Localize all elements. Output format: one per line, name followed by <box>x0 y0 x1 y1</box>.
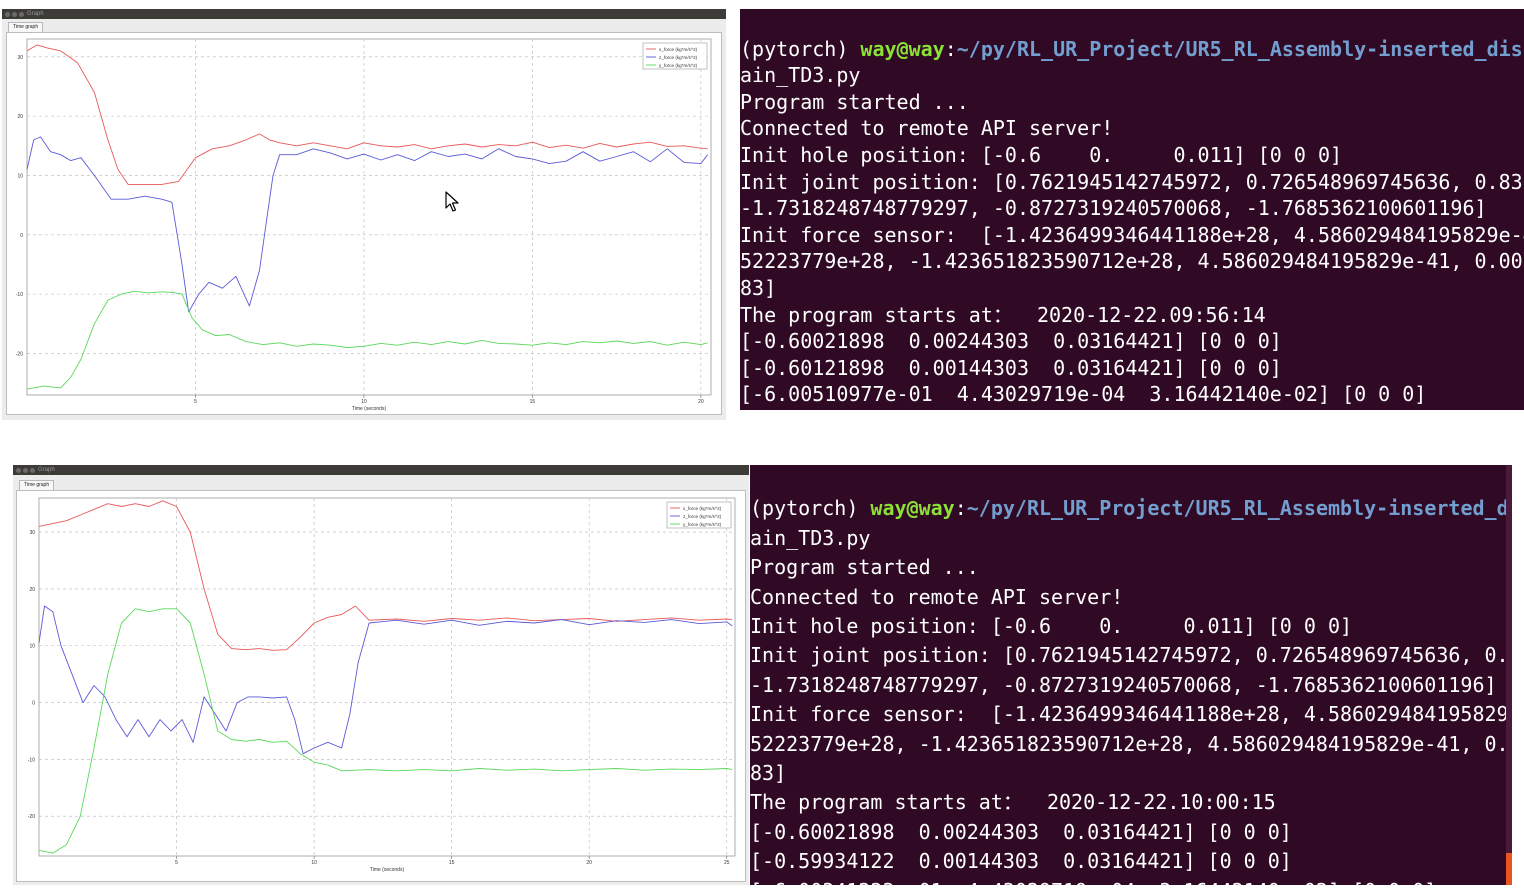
x-tick-label: 15 <box>449 860 455 866</box>
terminal-line: The program starts at： 2020-12-22.09:56:… <box>740 302 1266 327</box>
top-graph-titlebar[interactable]: Graph <box>2 9 726 19</box>
prompt-user: way@way <box>860 36 945 61</box>
arrow-cursor-icon <box>445 191 459 212</box>
terminal-line: Connected to remote API server! <box>740 116 1114 141</box>
x-tick-label: 20 <box>698 399 704 405</box>
prompt-sep: : <box>954 496 967 521</box>
y-tick-label: 10 <box>29 644 35 650</box>
series-line-1 <box>26 136 708 313</box>
prompt-env: (pytorch) <box>740 36 861 61</box>
y-tick-label: 10 <box>17 173 23 179</box>
x-tick-label: 10 <box>361 399 367 405</box>
terminal-line: [-0.60121898 0.00144303 0.03164421] [0 0… <box>740 355 1282 380</box>
bottom-graph-window: Graph Time graph 30 20 10 0 -10 -20 5 10 15 20 25 T… <box>13 465 749 885</box>
plot-area <box>38 497 736 857</box>
y-tick-label: -10 <box>16 292 23 298</box>
terminal-line: (pytorch) way@way:~/py/RL_UR_Project/UR5… <box>740 36 1524 63</box>
bottom-graph-titlebar[interactable]: Graph <box>13 465 749 475</box>
terminal-line: Program started ... <box>750 555 979 580</box>
window-dots-icon[interactable] <box>5 11 26 21</box>
window-title: Graph <box>27 11 44 17</box>
legend-entry: z_force (kg*m/s^2) <box>683 514 722 519</box>
legend-entry: x_force (kg*m/s^2) <box>683 506 722 511</box>
x-tick-label: 20 <box>586 860 592 866</box>
prompt-path: ~/py/RL_UR_Project/UR5_RL_Assembly-inser… <box>966 496 1512 521</box>
terminal-line: 83] <box>740 275 777 300</box>
terminal-line: -1.7318248748779297, -0.8727319240570068… <box>740 196 1487 221</box>
terminal-line: Init hole position: [-0.6 0. 0.011] [0 0… <box>750 614 1353 639</box>
terminal-line: Init joint position: [0.7621945142745972… <box>740 169 1524 194</box>
x-axis-label: Time (seconds) <box>352 406 387 412</box>
prompt-env: (pytorch) <box>750 496 871 521</box>
series-line-0 <box>26 44 708 185</box>
terminal-line: -1.7318248748779297, -0.8727319240570068… <box>750 672 1497 697</box>
terminal-line: ain_TD3.py <box>740 63 861 88</box>
terminal-line: 52223779e+28, -1.423651823590712e+28, 4.… <box>750 731 1512 756</box>
tab-time-graph[interactable]: Time graph <box>8 22 44 32</box>
top-graph-window: Graph Time graph 30 20 10 0 -10 -20 5 10 15 20 Tim… <box>2 9 726 420</box>
terminal-line: 52223779e+28, -1.423651823590712e+28, 4.… <box>740 249 1524 274</box>
y-tick-label: -10 <box>28 757 35 763</box>
terminal-line: Init joint position: [0.7621945142745972… <box>750 643 1512 668</box>
tab-time-graph[interactable]: Time graph <box>19 480 55 490</box>
terminal-line: Init force sensor: [-1.4236499346441188e… <box>740 222 1524 247</box>
terminal-line: The program starts at： 2020-12-22.10:00:… <box>750 790 1276 815</box>
top-force-chart: 30 20 10 0 -10 -20 5 10 15 20 Time (seconds) x_forc… <box>16 38 712 412</box>
x-tick-label: 25 <box>724 860 730 866</box>
y-tick-label: 0 <box>32 701 35 707</box>
terminal-scrollbar[interactable] <box>1506 465 1512 885</box>
terminal-scroll-thumb[interactable] <box>1506 853 1512 885</box>
top-plot-frame: 30 20 10 0 -10 -20 5 10 15 20 Time (seconds) x_forc… <box>6 32 722 415</box>
series-line-2 <box>26 290 708 390</box>
bottom-plot-frame: 30 20 10 0 -10 -20 5 10 15 20 25 Time (seconds) x_fo… <box>16 490 746 882</box>
terminal-line: Init hole position: [-0.6 0. 0.011] [0 0… <box>740 142 1343 167</box>
terminal-line: [-0.59934122 0.00144303 0.03164421] [0 0… <box>750 849 1292 874</box>
bottom-force-chart: 30 20 10 0 -10 -20 5 10 15 20 25 Time (seconds) x_fo… <box>28 497 736 873</box>
y-tick-label: 0 <box>20 233 23 239</box>
y-tick-label: -20 <box>16 351 23 357</box>
x-tick-label: 15 <box>530 399 536 405</box>
y-tick-label: 30 <box>29 530 35 536</box>
prompt-path: ~/py/RL_UR_Project/UR5_RL_Assembly-inser… <box>957 409 1524 410</box>
prompt-path: ~/py/RL_UR_Project/UR5_RL_Assembly-inser… <box>956 36 1524 61</box>
terminal-line: (pytorch) way@way:~/py/RL_UR_Project/UR5… <box>750 494 1512 523</box>
legend-entry: z_force (kg*m/s^2) <box>659 55 698 60</box>
series-line-0 <box>38 500 733 651</box>
terminal-line: Init force sensor: [-1.4236499346441188e… <box>750 702 1512 727</box>
terminal-line: Program started ... <box>740 89 969 114</box>
terminal-line: [-6.00341223e-01 4.43029719e-04 3.164421… <box>750 877 1512 885</box>
terminal-line: (pytorch) way@way:~/py/RL_UR_Project/UR5… <box>740 408 1524 410</box>
prompt-user: way@way <box>860 409 944 410</box>
prompt-user: way@way <box>870 496 955 521</box>
legend-entry: x_force (kg*m/s^2) <box>659 47 698 52</box>
x-axis-label: Time (seconds) <box>370 867 405 873</box>
legend-entry: y_force (kg*m/s^2) <box>659 63 698 68</box>
x-tick-label: 10 <box>311 860 317 866</box>
top-terminal[interactable]: (pytorch) way@way:~/py/RL_UR_Project/UR5… <box>740 9 1524 410</box>
series-line-1 <box>38 605 733 755</box>
y-tick-label: -20 <box>28 814 35 820</box>
legend-entry: y_force (kg*m/s^2) <box>683 522 722 527</box>
prompt-env: (pytorch) <box>740 409 860 410</box>
terminal-line: [-0.60021898 0.00244303 0.03164421] [0 0… <box>740 329 1282 354</box>
prompt-sep: : <box>945 409 957 410</box>
bottom-terminal[interactable]: (pytorch) way@way:~/py/RL_UR_Project/UR5… <box>750 465 1512 885</box>
terminal-line: [-6.00510977e-01 4.43029719e-04 3.164421… <box>740 382 1427 407</box>
y-tick-label: 20 <box>17 114 23 120</box>
terminal-line: ain_TD3.py <box>750 525 871 550</box>
terminal-line: [-0.60021898 0.00244303 0.03164421] [0 0… <box>750 819 1292 844</box>
y-tick-label: 30 <box>17 55 23 61</box>
x-tick-label: 5 <box>194 399 197 405</box>
y-tick-label: 20 <box>29 587 35 593</box>
window-dots-icon[interactable] <box>16 467 37 477</box>
terminal-line: Connected to remote API server! <box>750 584 1124 609</box>
prompt-sep: : <box>944 36 957 61</box>
x-tick-label: 5 <box>175 860 178 866</box>
window-title: Graph <box>38 467 55 473</box>
terminal-line: 83] <box>750 761 787 786</box>
